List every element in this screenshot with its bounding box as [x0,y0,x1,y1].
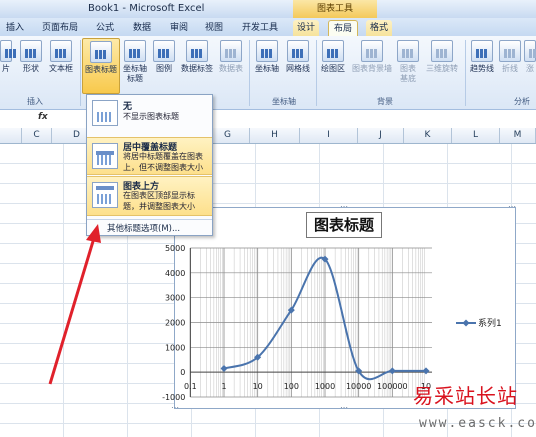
arrow-shaft [48,237,96,385]
arrow-head [86,224,101,243]
watermark-url: www.easck.com [419,416,536,431]
annotation-arrow [48,224,101,385]
watermark-logo: 易采站长站 [413,384,518,408]
